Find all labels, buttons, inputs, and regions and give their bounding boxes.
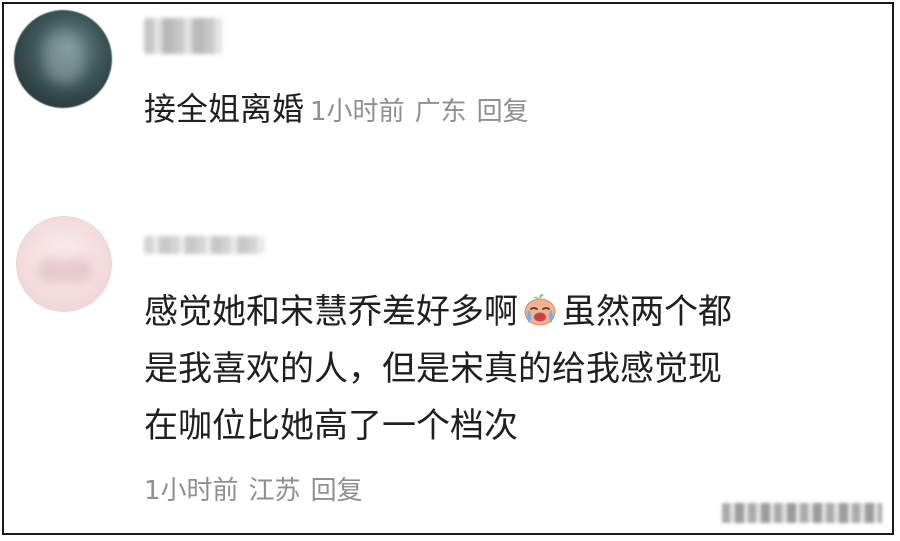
avatar[interactable] [14,10,112,108]
comment-1: 接全姐离婚 1小时前 广东 回复 [144,84,539,137]
username-blurred[interactable] [144,236,264,254]
reply-button[interactable]: 回复 [311,476,363,506]
watermark-blurred [722,503,882,523]
comment-text-line-2: 是我喜欢的人，但是宋真的给我感觉现 [144,349,722,389]
comment-location: 广东 [414,97,467,127]
comment-meta: 1小时前 广东 回复 [310,97,539,127]
comment-text-line-1: 感觉她和宋慧乔差好多啊 虽然两个都 [144,284,874,341]
comment-meta: 1小时前 江苏 回复 [144,466,373,516]
comment-time: 1小时前 [144,476,239,506]
comment-time: 1小时前 [310,97,405,127]
avatar[interactable] [16,216,112,312]
comment-list: 接全姐离婚 1小时前 广东 回复 感觉她和宋慧乔差好多啊 虽然两个都 是我喜欢的人，但… [2,2,894,535]
comment-location: 江苏 [248,476,301,506]
crying-face-emoji-icon [520,289,560,329]
username-blurred[interactable] [144,18,222,54]
comment-2-text: 感觉她和宋慧乔差好多啊 虽然两个都 是我喜欢的人，但是宋真的给我感觉现 在咖位比… [144,284,874,455]
comment-text: 接全姐离婚 [144,90,305,128]
reply-button[interactable]: 回复 [477,97,529,127]
comment-text-line-3: 在咖位比她高了一个档次 [144,406,518,446]
